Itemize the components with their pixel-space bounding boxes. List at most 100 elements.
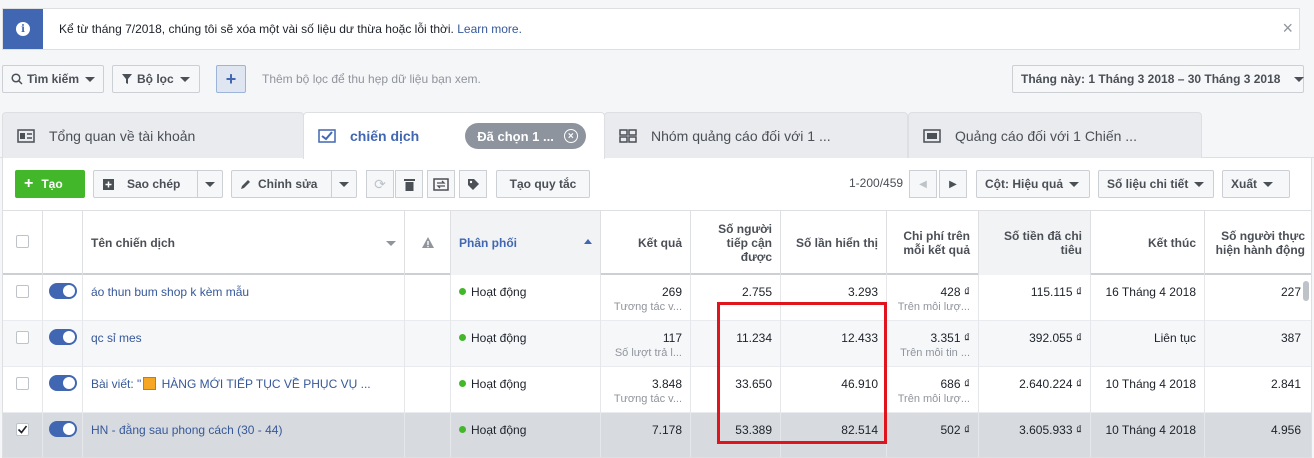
spent-cell: 392.055 ₫ xyxy=(979,321,1091,367)
results-cell: 269 Tương tác v... xyxy=(601,275,691,321)
results-cell: 117 Số lượt trả l... xyxy=(601,321,691,367)
plus-icon: + xyxy=(24,175,34,192)
refresh-icon[interactable]: ⟳ xyxy=(366,170,394,198)
close-icon[interactable]: × xyxy=(1282,19,1293,37)
account-overview-icon xyxy=(17,128,35,143)
chevron-down-icon xyxy=(1294,76,1305,82)
table-row[interactable]: áo thun bum shop k kèm mẫu Hoạt động 269 Tư… xyxy=(3,275,1311,321)
col-header-warning xyxy=(405,211,451,275)
delete-icon[interactable] xyxy=(395,170,423,198)
actions-cell: 387 xyxy=(1280,331,1301,345)
col-header-ends[interactable]: Kết thúc xyxy=(1091,211,1205,275)
cost-cell: 686 ₫ Trên mỗi lượ... xyxy=(887,367,979,413)
chevron-down-icon[interactable] xyxy=(205,182,215,187)
tab-ad-sets[interactable]: Nhóm quảng cáo đối với 1 ... xyxy=(604,112,908,158)
ends-cell: 10 Tháng 4 2018 xyxy=(1091,413,1205,457)
impressions-cell: 82.514 xyxy=(781,413,887,457)
spent-cell: 115.115 ₫ xyxy=(979,275,1091,321)
table-row[interactable]: qc sỉ mes Hoạt động 117 Số lượt trả l... 11.… xyxy=(3,321,1311,367)
spent-cell: 3.605.933 ₫ xyxy=(979,413,1091,457)
row-checkbox[interactable] xyxy=(16,285,29,298)
ends-cell: Liên tục xyxy=(1091,321,1205,367)
results-cell: 7.178 xyxy=(601,413,691,457)
col-header-actions[interactable]: Số người thực hiện hành động xyxy=(1205,211,1311,275)
campaign-toggle[interactable] xyxy=(49,283,77,299)
ads-icon xyxy=(923,128,941,143)
campaign-name-link[interactable]: HN - đằng sau phong cách (30 - 44) xyxy=(83,413,405,457)
date-range-picker[interactable]: Tháng này: 1 Tháng 3 2018 – 30 Tháng 3 2… xyxy=(1012,65,1305,93)
actions-cell: 4.956 xyxy=(1270,423,1301,437)
row-checkbox[interactable] xyxy=(16,423,29,436)
ends-cell: 16 Tháng 4 2018 xyxy=(1091,275,1205,321)
results-cell: 3.848 Tương tác v... xyxy=(601,367,691,413)
notice-message: Kể từ tháng 7/2018, chúng tôi sẽ xóa một… xyxy=(59,22,522,36)
campaign-name-link[interactable]: Bài viết: " HÀNG MỚI TIẾP TỤC VỀ PHỤC VỤ… xyxy=(83,367,405,413)
filter-icon xyxy=(122,74,132,84)
table-row[interactable]: HN - đằng sau phong cách (30 - 44) Hoạt đ… xyxy=(3,413,1311,457)
prev-page-icon[interactable]: ◀ xyxy=(909,170,937,198)
impressions-cell: 46.910 xyxy=(781,367,887,413)
export-dropdown[interactable]: Xuất xyxy=(1222,170,1290,198)
row-checkbox[interactable] xyxy=(16,377,29,390)
delivery-status: Hoạt động xyxy=(451,367,601,413)
info-icon: i xyxy=(3,9,43,49)
clear-selection-icon[interactable]: × xyxy=(563,129,578,143)
learn-more-link[interactable]: Learn more. xyxy=(457,22,522,36)
reach-cell: 33.650 xyxy=(691,367,781,413)
filter-button[interactable]: Bộ lọc xyxy=(112,65,200,93)
campaign-name-link[interactable]: qc sỉ mes xyxy=(83,321,405,367)
ad-sets-icon xyxy=(619,128,637,143)
active-status-dot xyxy=(459,426,466,433)
select-all-checkbox[interactable] xyxy=(16,235,29,248)
tab-campaigns[interactable]: chiến dịch Đã chọn 1 ... × xyxy=(303,112,605,159)
reach-cell: 11.234 xyxy=(691,321,781,367)
spent-cell: 2.640.224 ₫ xyxy=(979,367,1091,413)
row-checkbox[interactable] xyxy=(16,331,29,344)
campaign-toggle[interactable] xyxy=(49,329,77,345)
selection-pill[interactable]: Đã chọn 1 ... × xyxy=(465,123,586,149)
select-all-cell xyxy=(3,211,43,275)
chevron-down-icon xyxy=(1069,181,1079,187)
campaign-name-link[interactable]: áo thun bum shop k kèm mẫu xyxy=(83,275,405,321)
campaigns-table: Tên chiến dịch Phân phối Kết quả Số ngườ… xyxy=(2,210,1312,458)
breakdown-dropdown[interactable]: Số liệu chi tiết xyxy=(1098,170,1214,198)
create-button[interactable]: + Tạo xyxy=(15,170,85,198)
col-header-cost[interactable]: Chi phí trên mỗi kết quả xyxy=(887,211,979,275)
search-button[interactable]: Tìm kiếm xyxy=(2,65,104,93)
cost-cell: 502 ₫ xyxy=(887,413,979,457)
tab-ads[interactable]: Quảng cáo đối với 1 Chiến ... xyxy=(908,112,1202,158)
ab-test-icon[interactable] xyxy=(427,170,455,198)
level-tabs: Tổng quan về tài khoản chiến dịch Đã chọ… xyxy=(0,112,1314,159)
chevron-down-icon xyxy=(1263,181,1274,187)
col-header-name[interactable]: Tên chiến dịch xyxy=(83,211,405,275)
pencil-icon xyxy=(241,180,250,189)
delivery-status: Hoạt động xyxy=(451,275,601,321)
actions-cell: 227 xyxy=(1280,285,1301,299)
col-header-impressions[interactable]: Số lần hiển thị xyxy=(781,211,887,275)
chevron-down-icon xyxy=(1194,181,1205,187)
reach-cell: 53.389 xyxy=(691,413,781,457)
edit-button[interactable]: Chỉnh sửa xyxy=(231,170,357,198)
create-rule-button[interactable]: Tạo quy tắc xyxy=(496,170,590,198)
col-header-reach[interactable]: Số người tiếp cận được xyxy=(691,211,781,275)
table-toolbar: + Tạo Sao chép Chỉnh sửa ⟳ Tạo quy tắc 1… xyxy=(2,158,1312,210)
add-filter-button[interactable]: + xyxy=(216,65,246,93)
col-header-spent[interactable]: Số tiền đã chi tiêu xyxy=(979,211,1091,275)
chevron-down-icon[interactable] xyxy=(339,182,349,187)
col-header-delivery[interactable]: Phân phối xyxy=(451,211,601,275)
columns-dropdown[interactable]: Cột: Hiệu quả xyxy=(976,170,1090,198)
table-row[interactable]: Bài viết: " HÀNG MỚI TIẾP TỤC VỀ PHỤC VỤ… xyxy=(3,367,1311,413)
copy-button[interactable]: Sao chép xyxy=(93,170,223,198)
col-header-results[interactable]: Kết quả xyxy=(601,211,691,275)
gift-emoji-icon xyxy=(143,377,157,390)
vertical-scrollbar[interactable] xyxy=(1303,281,1309,301)
table-header: Tên chiến dịch Phân phối Kết quả Số ngườ… xyxy=(3,211,1311,275)
tab-account-overview[interactable]: Tổng quan về tài khoản xyxy=(2,112,304,158)
copy-icon xyxy=(103,178,114,190)
chevron-down-icon xyxy=(386,241,396,246)
campaign-toggle[interactable] xyxy=(49,375,77,391)
pagination-count: 1-200/459 xyxy=(849,176,904,190)
campaign-toggle[interactable] xyxy=(49,421,77,437)
next-page-icon[interactable]: ▶ xyxy=(939,170,967,198)
tag-icon[interactable] xyxy=(459,170,487,198)
